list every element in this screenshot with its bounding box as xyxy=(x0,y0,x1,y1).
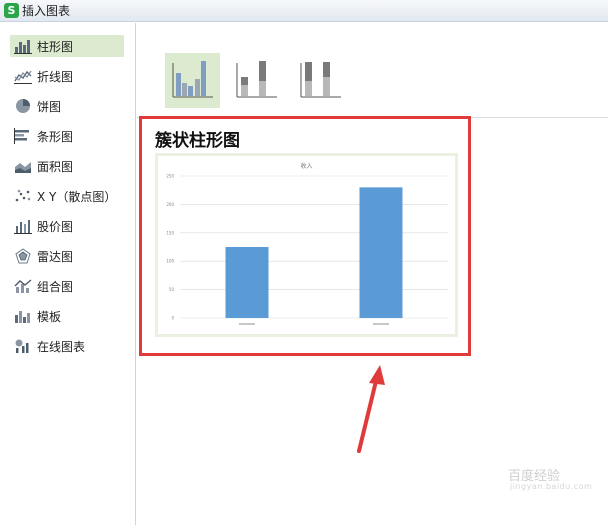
y-tick-label: 100 xyxy=(166,259,174,264)
app-logo: S xyxy=(4,3,19,18)
combo-chart-icon xyxy=(14,279,32,293)
window-title: 插入图表 xyxy=(22,4,71,18)
sidebar-item-label: X Y（散点图） xyxy=(37,189,117,204)
annotation-arrow xyxy=(357,365,385,453)
sidebar-item-bar[interactable]: 条形图 xyxy=(10,125,124,147)
watermark-url: jingyan.baidu.com xyxy=(510,482,593,491)
chart-bar xyxy=(359,187,403,318)
clustered-column-icon xyxy=(172,61,213,98)
sidebar-item-combo[interactable]: 组合图 xyxy=(10,275,124,297)
percent-stacked-column-icon xyxy=(300,62,341,98)
sidebar-item-label: 组合图 xyxy=(37,279,74,294)
template-icon xyxy=(15,311,30,323)
subtype-stacked-column[interactable] xyxy=(229,53,284,108)
sidebar-item-label: 饼图 xyxy=(37,99,62,114)
sidebar-item-line[interactable]: 折线图 xyxy=(10,65,124,87)
radar-chart-icon xyxy=(15,248,31,264)
x-tick-mark xyxy=(373,323,389,325)
subtype-clustered-column[interactable] xyxy=(165,53,220,108)
sidebar-item-stock[interactable]: 股价图 xyxy=(10,215,124,237)
pie-chart-icon xyxy=(16,99,30,113)
chart-preview[interactable]: 收入 0 50 100 150 200 250 xyxy=(155,153,458,337)
y-tick-label: 200 xyxy=(166,202,174,207)
stock-chart-icon xyxy=(14,220,32,234)
sidebar-item-label: 柱形图 xyxy=(37,39,74,54)
sidebar-item-area[interactable]: 面积图 xyxy=(10,155,124,177)
online-chart-icon xyxy=(15,339,29,353)
chart-bar xyxy=(225,247,269,318)
sidebar-item-pie[interactable]: 饼图 xyxy=(10,95,124,117)
sidebar-item-online[interactable]: 在线图表 xyxy=(10,335,124,357)
area-chart-icon xyxy=(15,162,31,173)
y-tick-label: 150 xyxy=(166,230,174,235)
sidebar-item-label: 股价图 xyxy=(37,219,74,234)
y-tick-label: 50 xyxy=(169,287,175,292)
sidebar-item-label: 在线图表 xyxy=(37,339,86,354)
sidebar-item-label: 折线图 xyxy=(37,69,74,84)
bar-chart-icon xyxy=(14,128,29,144)
sidebar-item-label: 面积图 xyxy=(37,159,74,174)
column-chart-icon xyxy=(14,40,32,54)
sidebar-item-label: 条形图 xyxy=(37,129,74,144)
line-chart-icon xyxy=(14,70,32,84)
sidebar-item-column[interactable]: 柱形图 xyxy=(10,35,124,57)
sidebar-item-template[interactable]: 模板 xyxy=(10,305,124,327)
scatter-chart-icon xyxy=(15,189,31,202)
chart-type-sidebar: 柱形图 折线图 饼图 条形图 面积图 X Y（散点图） 股价图 雷达图 组合图 … xyxy=(0,23,136,525)
chart-main-panel: 簇状柱形图 收入 0 50 100 150 200 250 百度经验 jingyan.bai… xyxy=(137,23,608,525)
chart-title: 收入 xyxy=(300,162,312,170)
y-tick-label: 0 xyxy=(171,316,174,321)
title-bar: S 插入图表 xyxy=(0,0,608,22)
subtype-percent-stacked-column[interactable] xyxy=(293,53,348,108)
y-tick-label: 250 xyxy=(166,174,174,179)
sidebar-item-label: 模板 xyxy=(37,309,62,324)
sidebar-item-scatter[interactable]: X Y（散点图） xyxy=(10,185,124,207)
chart-svg: 收入 0 50 100 150 200 250 xyxy=(166,162,448,325)
stacked-column-icon xyxy=(236,61,277,98)
sidebar-item-label: 雷达图 xyxy=(37,249,74,264)
chart-preview-canvas: 收入 0 50 100 150 200 250 xyxy=(158,156,455,334)
preview-title: 簇状柱形图 xyxy=(155,131,240,151)
x-tick-mark xyxy=(239,323,255,325)
sidebar-item-radar[interactable]: 雷达图 xyxy=(10,245,124,267)
